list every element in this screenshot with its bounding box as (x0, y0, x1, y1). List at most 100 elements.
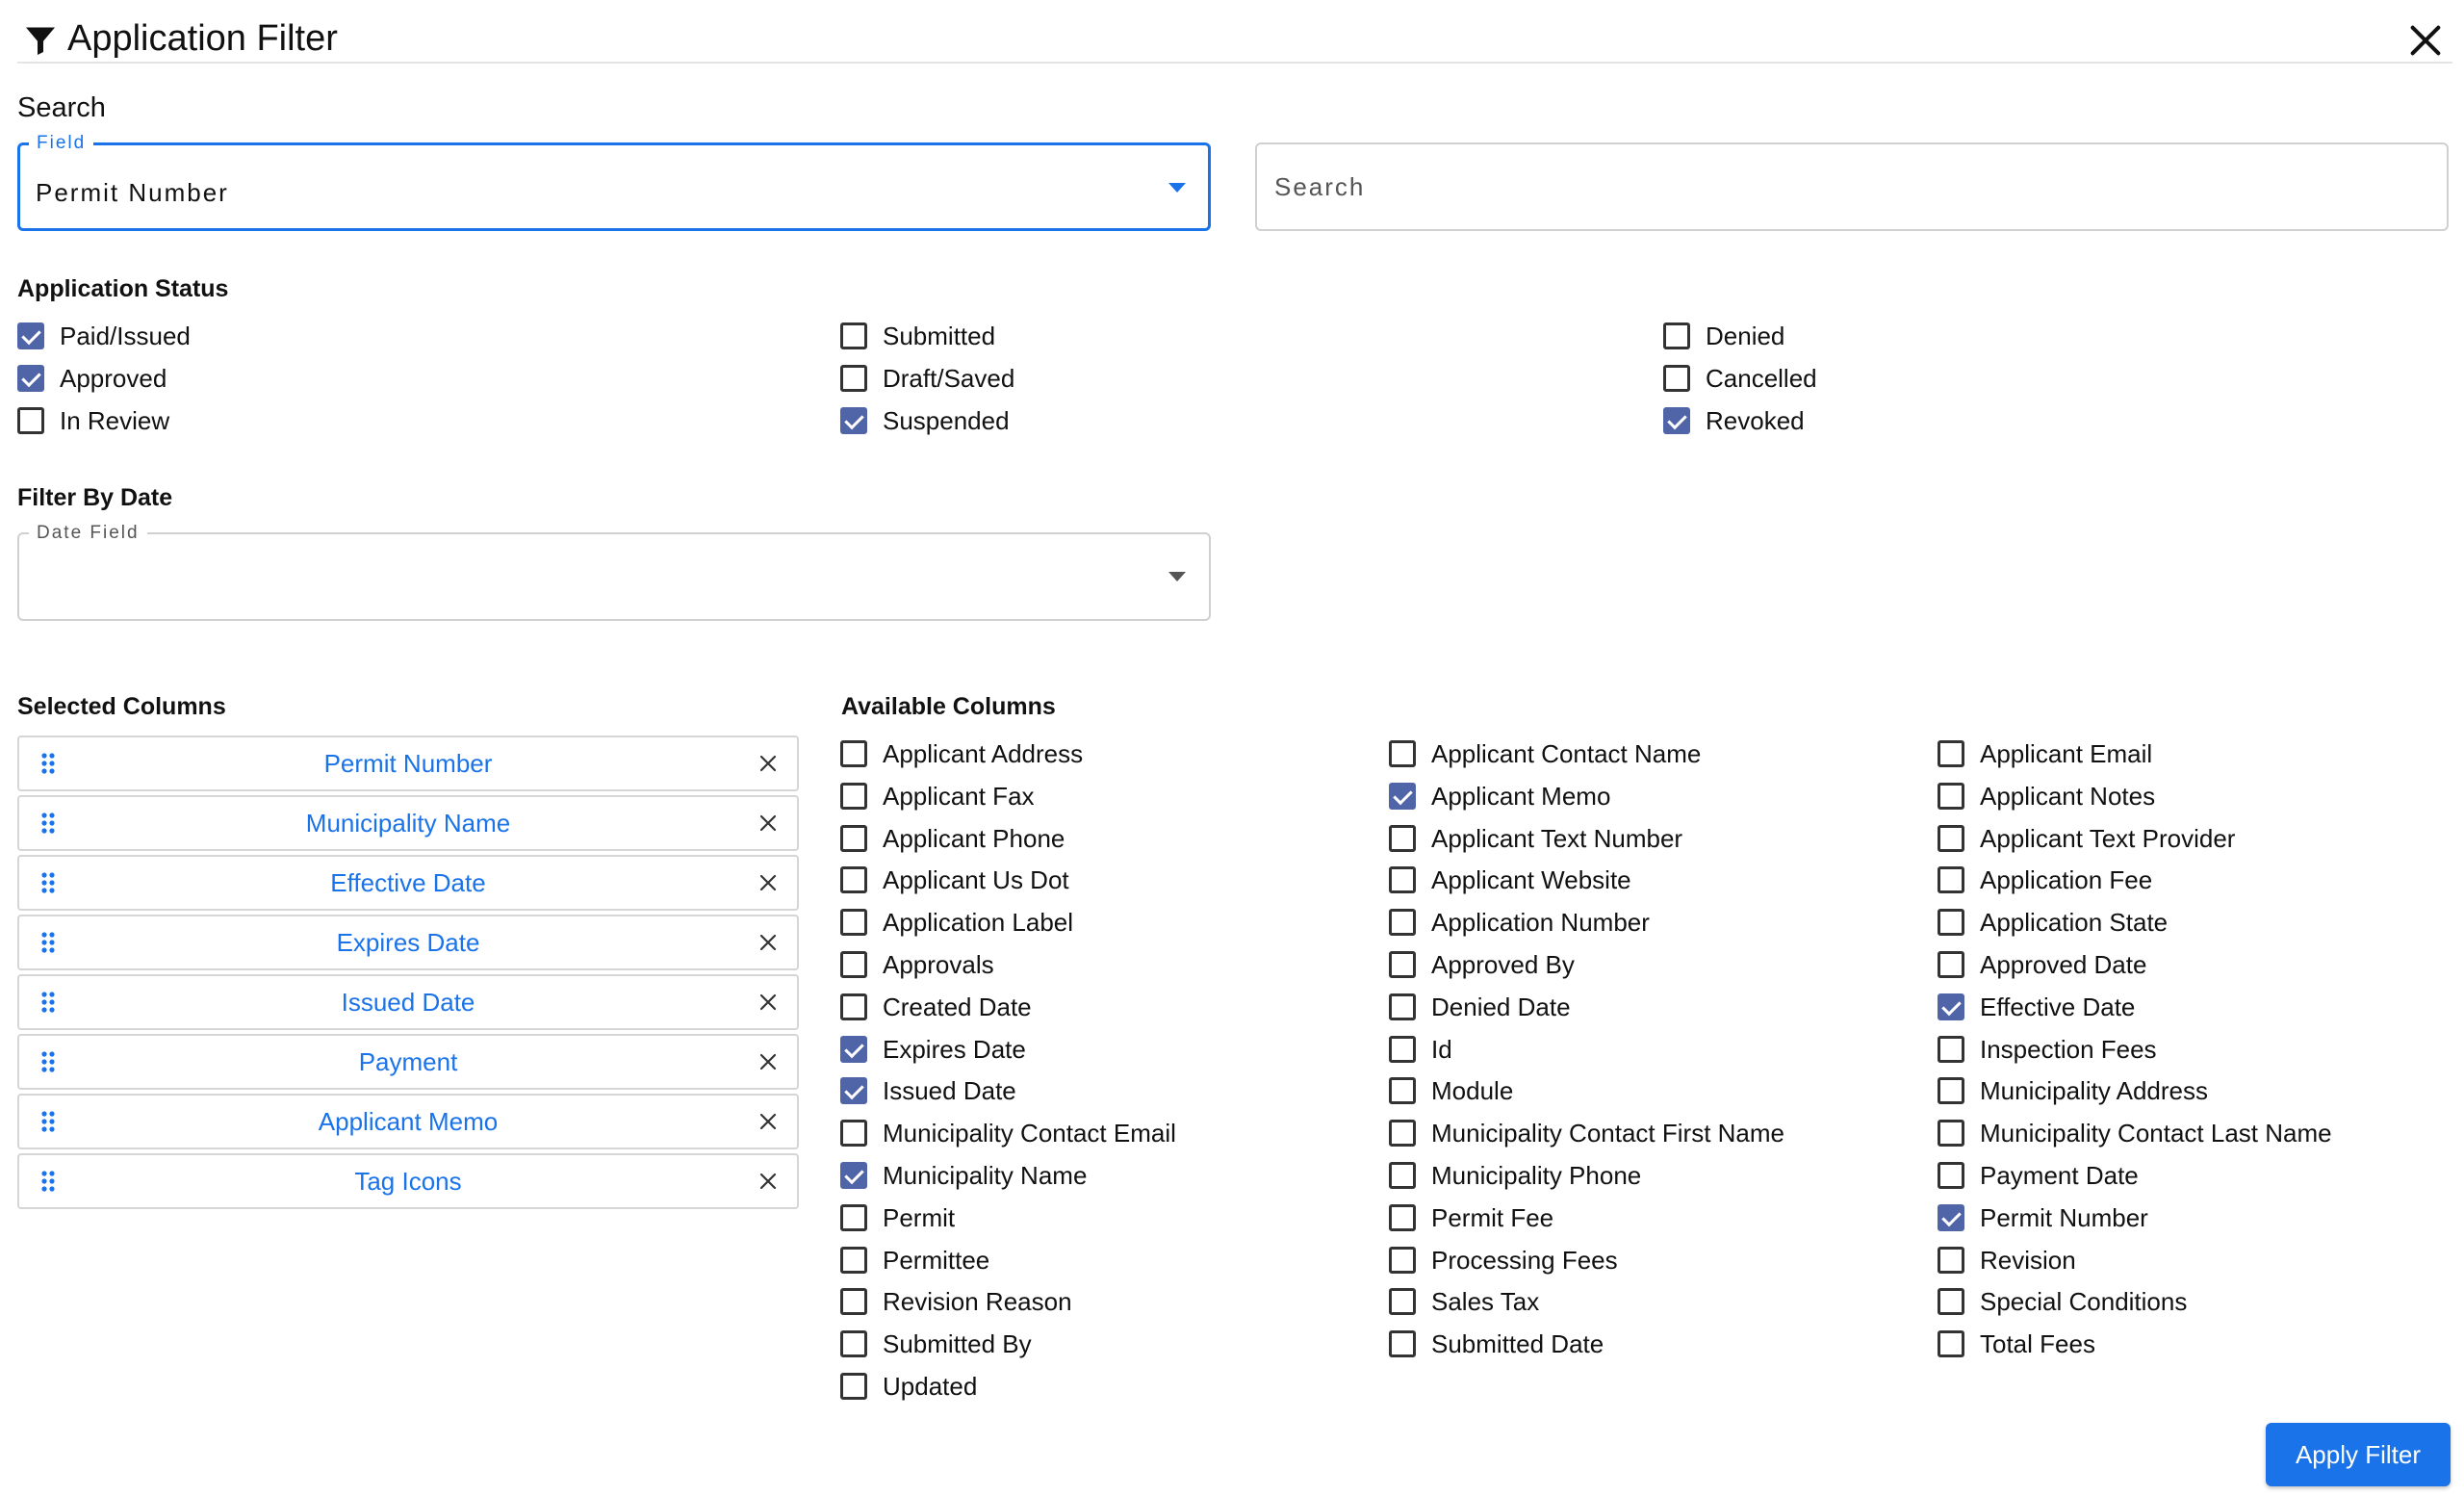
drag-handle-icon[interactable] (19, 1036, 77, 1088)
status-checkbox-submitted[interactable]: Submitted (840, 315, 995, 357)
column-checkbox-revision[interactable]: Revision (1938, 1239, 2076, 1281)
drag-handle-icon[interactable] (19, 857, 77, 909)
checkbox-checked[interactable] (1938, 1203, 1964, 1231)
remove-column-icon[interactable] (739, 916, 797, 968)
drag-handle-icon[interactable] (19, 797, 77, 849)
checkbox[interactable] (1938, 1162, 1964, 1189)
column-checkbox-application-number[interactable]: Application Number (1389, 901, 1650, 943)
column-checkbox-applicant-text-number[interactable]: Applicant Text Number (1389, 817, 1682, 860)
column-checkbox-applicant-phone[interactable]: Applicant Phone (840, 817, 1065, 860)
checkbox[interactable] (840, 1120, 867, 1148)
column-checkbox-denied-date[interactable]: Denied Date (1389, 986, 1571, 1028)
status-checkbox-draft-saved[interactable]: Draft/Saved (840, 357, 1014, 400)
checkbox[interactable] (1389, 740, 1416, 767)
close-icon[interactable] (2406, 21, 2445, 60)
column-checkbox-applicant-contact-name[interactable]: Applicant Contact Name (1389, 733, 1701, 775)
checkbox[interactable] (1389, 1330, 1416, 1358)
selected-column-chip[interactable]: Permit Number (17, 735, 799, 791)
column-checkbox-total-fees[interactable]: Total Fees (1938, 1323, 2095, 1365)
column-checkbox-municipality-contact-last-name[interactable]: Municipality Contact Last Name (1938, 1112, 2332, 1154)
date-field-select[interactable] (17, 532, 1211, 621)
column-checkbox-applicant-email[interactable]: Applicant Email (1938, 733, 2152, 775)
checkbox[interactable] (1938, 782, 1964, 810)
column-checkbox-applicant-text-provider[interactable]: Applicant Text Provider (1938, 817, 2235, 860)
drag-handle-icon[interactable] (19, 916, 77, 968)
column-checkbox-id[interactable]: Id (1389, 1028, 1452, 1070)
column-checkbox-updated[interactable]: Updated (840, 1365, 977, 1407)
column-checkbox-permit-fee[interactable]: Permit Fee (1389, 1197, 1553, 1239)
checkbox[interactable] (1938, 1288, 1964, 1316)
remove-column-icon[interactable] (739, 857, 797, 909)
column-checkbox-issued-date[interactable]: Issued Date (840, 1070, 1016, 1112)
column-checkbox-revision-reason[interactable]: Revision Reason (840, 1280, 1072, 1323)
checkbox[interactable] (1663, 365, 1690, 392)
column-checkbox-sales-tax[interactable]: Sales Tax (1389, 1280, 1539, 1323)
remove-column-icon[interactable] (739, 976, 797, 1028)
checkbox[interactable] (1938, 1120, 1964, 1148)
checkbox[interactable] (1389, 909, 1416, 937)
selected-column-chip[interactable]: Applicant Memo (17, 1094, 799, 1149)
checkbox[interactable] (840, 322, 867, 349)
checkbox[interactable] (1938, 740, 1964, 767)
column-checkbox-submitted-by[interactable]: Submitted By (840, 1323, 1032, 1365)
checkbox[interactable] (840, 866, 867, 894)
checkbox[interactable] (1938, 1077, 1964, 1105)
checkbox[interactable] (1663, 322, 1690, 349)
column-checkbox-expires-date[interactable]: Expires Date (840, 1028, 1026, 1070)
status-checkbox-in-review[interactable]: In Review (17, 400, 169, 442)
checkbox[interactable] (1938, 951, 1964, 978)
column-checkbox-permit-number[interactable]: Permit Number (1938, 1197, 2148, 1239)
status-checkbox-approved[interactable]: Approved (17, 357, 167, 400)
checkbox[interactable] (840, 824, 867, 852)
column-checkbox-payment-date[interactable]: Payment Date (1938, 1154, 2139, 1197)
column-checkbox-municipality-address[interactable]: Municipality Address (1938, 1070, 2208, 1112)
selected-column-chip[interactable]: Issued Date (17, 974, 799, 1030)
checkbox[interactable] (1389, 1077, 1416, 1105)
column-checkbox-permit[interactable]: Permit (840, 1197, 955, 1239)
column-checkbox-municipality-name[interactable]: Municipality Name (840, 1154, 1087, 1197)
column-checkbox-module[interactable]: Module (1389, 1070, 1513, 1112)
column-checkbox-municipality-contact-first-name[interactable]: Municipality Contact First Name (1389, 1112, 1784, 1154)
checkbox[interactable] (1938, 866, 1964, 894)
column-checkbox-approved-date[interactable]: Approved Date (1938, 943, 2146, 986)
column-checkbox-approved-by[interactable]: Approved By (1389, 943, 1575, 986)
column-checkbox-applicant-address[interactable]: Applicant Address (840, 733, 1083, 775)
column-checkbox-applicant-fax[interactable]: Applicant Fax (840, 775, 1035, 817)
column-checkbox-permittee[interactable]: Permittee (840, 1239, 989, 1281)
column-checkbox-application-label[interactable]: Application Label (840, 901, 1073, 943)
checkbox-checked[interactable] (17, 322, 44, 349)
remove-column-icon[interactable] (739, 1096, 797, 1148)
column-checkbox-municipality-contact-email[interactable]: Municipality Contact Email (840, 1112, 1176, 1154)
checkbox[interactable] (840, 365, 867, 392)
checkbox[interactable] (840, 782, 867, 810)
checkbox-checked[interactable] (17, 365, 44, 392)
checkbox[interactable] (840, 740, 867, 767)
column-checkbox-municipality-phone[interactable]: Municipality Phone (1389, 1154, 1641, 1197)
selected-column-chip[interactable]: Municipality Name (17, 795, 799, 851)
drag-handle-icon[interactable] (19, 1155, 77, 1207)
remove-column-icon[interactable] (739, 1155, 797, 1207)
checkbox[interactable] (1389, 1035, 1416, 1063)
remove-column-icon[interactable] (739, 737, 797, 789)
column-checkbox-special-conditions[interactable]: Special Conditions (1938, 1280, 2187, 1323)
checkbox-checked[interactable] (840, 1162, 867, 1189)
column-checkbox-created-date[interactable]: Created Date (840, 986, 1032, 1028)
checkbox[interactable] (1389, 993, 1416, 1020)
checkbox[interactable] (840, 1330, 867, 1358)
checkbox[interactable] (840, 1246, 867, 1274)
checkbox[interactable] (17, 407, 44, 434)
checkbox-checked[interactable] (840, 407, 867, 434)
checkbox-checked[interactable] (840, 1077, 867, 1105)
checkbox[interactable] (840, 951, 867, 978)
search-input[interactable] (1255, 142, 2449, 231)
selected-column-chip[interactable]: Effective Date (17, 855, 799, 911)
chevron-down-icon[interactable] (1168, 183, 1186, 193)
checkbox[interactable] (1389, 866, 1416, 894)
column-checkbox-application-fee[interactable]: Application Fee (1938, 859, 2152, 901)
status-checkbox-denied[interactable]: Denied (1663, 315, 1784, 357)
selected-column-chip[interactable]: Tag Icons (17, 1153, 799, 1209)
checkbox-checked[interactable] (840, 1035, 867, 1063)
checkbox[interactable] (1938, 1035, 1964, 1063)
checkbox[interactable] (1389, 1162, 1416, 1189)
chevron-down-icon[interactable] (1168, 572, 1186, 581)
